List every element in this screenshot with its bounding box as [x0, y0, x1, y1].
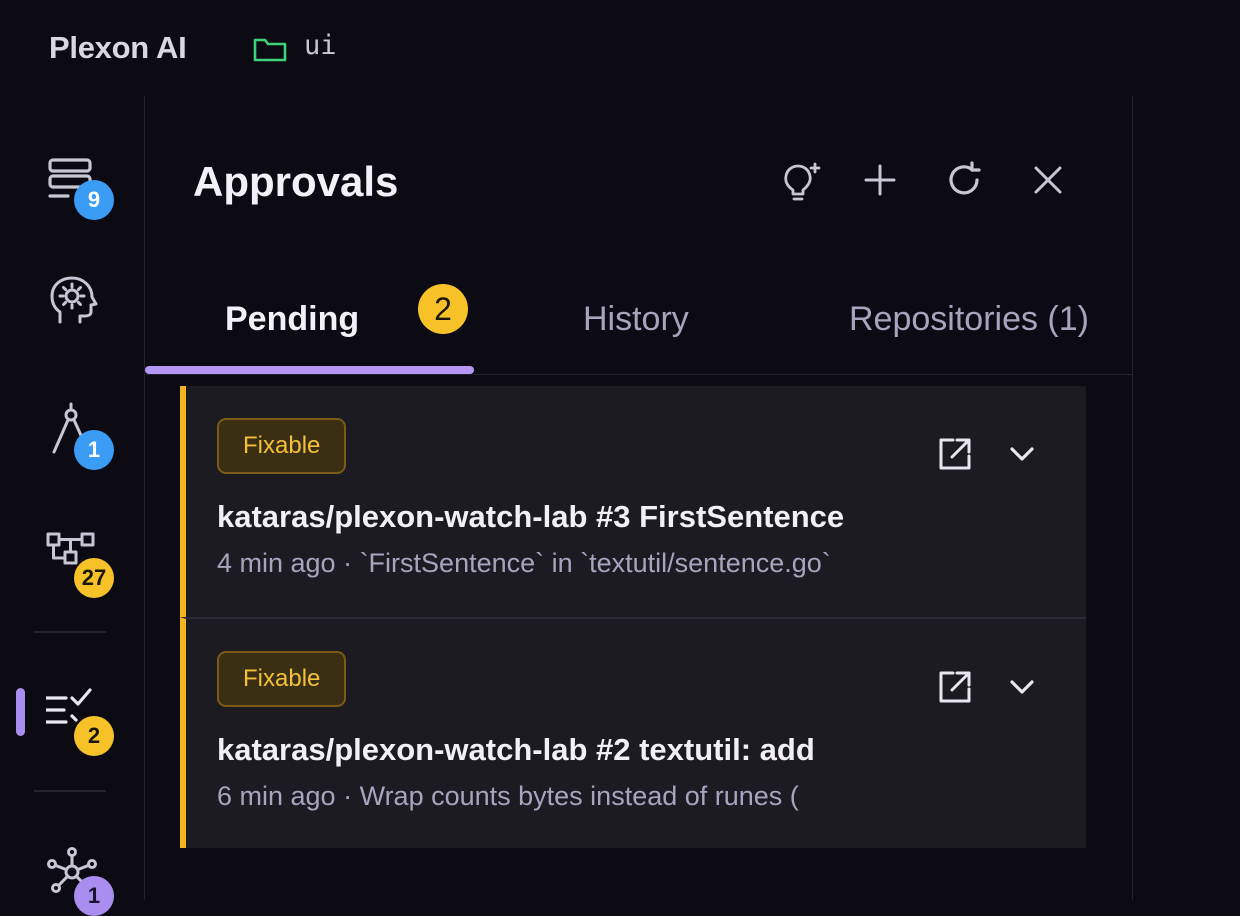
expand-button[interactable] [998, 663, 1046, 711]
rail-divider [34, 790, 106, 792]
tab-pending[interactable]: Pending 2 [145, 282, 474, 374]
tab-label: History [583, 300, 689, 338]
rail-badge-network: 1 [74, 876, 114, 916]
open-external-button[interactable] [931, 663, 979, 711]
tab-repositories[interactable]: Repositories (1) [825, 282, 1125, 374]
status-badge: Fixable [217, 651, 347, 707]
tab-label: Repositories (1) [849, 300, 1089, 338]
rail-badge-approvals: 2 [74, 716, 114, 756]
rail-item-network[interactable]: 1 [40, 840, 114, 916]
rail-item-stack[interactable]: 9 [40, 150, 114, 220]
approval-item[interactable]: Fixable kataras/plexon-watch-lab #2 text… [180, 617, 1086, 848]
tab-active-underline [145, 366, 474, 374]
approvals-panel: Approvals Pending 2 History Repositories… [145, 96, 1133, 900]
close-button[interactable] [1024, 156, 1072, 204]
tab-bar: Pending 2 History Repositories (1) [145, 282, 1132, 375]
rail-divider [34, 631, 106, 633]
rail-active-indicator [16, 688, 25, 736]
approval-title: kataras/plexon-watch-lab #3 FirstSentenc… [217, 499, 845, 534]
rail-badge-compass: 1 [74, 430, 114, 470]
plus-icon [864, 164, 896, 196]
top-bar: Plexon AI ui [0, 0, 1240, 96]
close-icon [1034, 166, 1062, 194]
rail-item-workflow[interactable]: 27 [40, 524, 114, 598]
rail-item-approvals[interactable]: 2 [40, 680, 114, 756]
app-name: Plexon AI [49, 30, 187, 65]
panel-title: Approvals [193, 158, 399, 205]
approval-subtitle: 4 min ago · `FirstSentence` in `textutil… [217, 548, 831, 578]
rail-item-head-gear[interactable] [40, 268, 104, 332]
tab-label: Pending [225, 300, 360, 338]
status-badge: Fixable [217, 418, 347, 474]
tab-count-badge: 2 [418, 284, 468, 334]
workspace-name[interactable]: ui [304, 30, 337, 61]
rail-badge-stack: 9 [74, 180, 114, 220]
approval-title: kataras/plexon-watch-lab #2 textutil: ad… [217, 732, 815, 767]
chevron-down-icon [1010, 447, 1034, 461]
expand-button[interactable] [998, 430, 1046, 478]
refresh-button[interactable] [940, 156, 988, 204]
approval-subtitle: 6 min ago · Wrap counts bytes instead of… [217, 781, 799, 811]
refresh-icon [949, 161, 981, 195]
approvals-list: Fixable kataras/plexon-watch-lab #3 Firs… [180, 386, 1086, 848]
lightbulb-sparkle-icon [784, 162, 821, 201]
rail-badge-workflow: 27 [74, 558, 114, 598]
add-button[interactable] [856, 156, 904, 204]
external-link-icon [939, 671, 971, 703]
tab-history[interactable]: History [545, 282, 745, 374]
external-link-icon [939, 438, 971, 470]
rail-item-compass[interactable]: 1 [40, 396, 114, 470]
head-gear-icon [50, 276, 98, 324]
chevron-down-icon [1010, 680, 1034, 694]
open-external-button[interactable] [931, 430, 979, 478]
suggest-button[interactable] [775, 156, 823, 204]
approval-item[interactable]: Fixable kataras/plexon-watch-lab #3 Firs… [180, 386, 1086, 617]
left-rail: 9 1 27 2 1 [0, 96, 145, 916]
folder-icon [253, 36, 287, 62]
